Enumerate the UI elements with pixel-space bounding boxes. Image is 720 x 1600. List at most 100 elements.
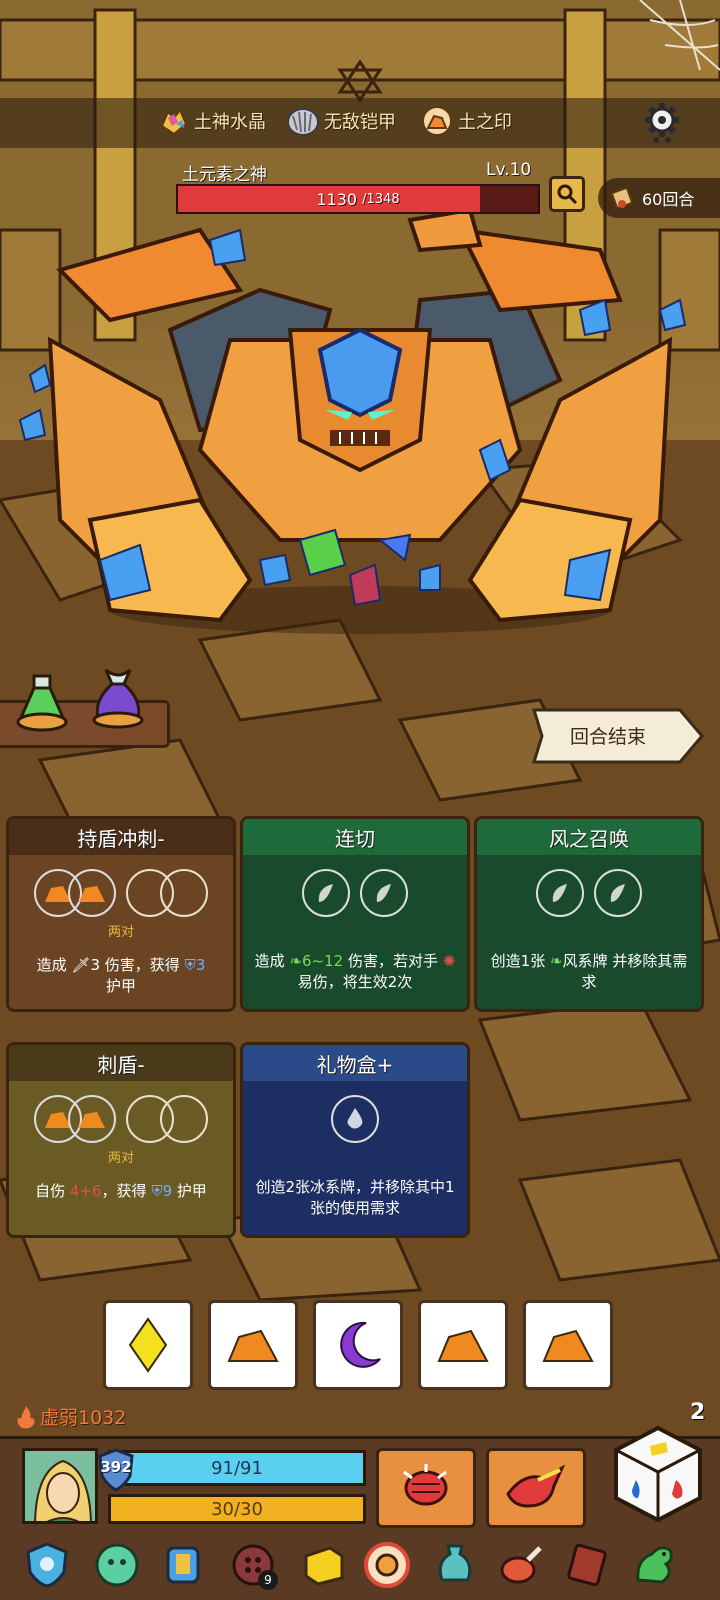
dice-slot: [302, 869, 350, 917]
settings-button[interactable]: [640, 100, 684, 144]
purple-potion[interactable]: [88, 666, 148, 736]
pair-requirement: 两对: [107, 1151, 134, 1166]
dice-slot-empty: [160, 1095, 208, 1143]
green-mask-icon: [95, 1543, 139, 1587]
resource-earth-seal[interactable]: 土之印: [420, 104, 512, 138]
player-avatar[interactable]: [22, 1448, 98, 1524]
relic-blue-crest[interactable]: [22, 1540, 72, 1590]
blue-crest-icon: [26, 1542, 68, 1588]
reroll-die-button[interactable]: [610, 1424, 706, 1524]
armor-icon: ⛨: [184, 956, 196, 974]
resource-earth-crystal[interactable]: 土神水晶: [156, 104, 266, 138]
relic-red-book[interactable]: [562, 1540, 612, 1590]
boss-hp-current: 1130: [316, 189, 358, 209]
die-diamond[interactable]: [103, 1300, 193, 1390]
card-dice-slots: [9, 869, 233, 917]
card-gift-box[interactable]: 礼物盒+ 创造2张冰系牌，并移除其中1张的使用需求: [240, 1042, 470, 1238]
relic-green-mask[interactable]: [92, 1540, 142, 1590]
card-double-slash[interactable]: 连切 造成 ❧6~12 伤害，若对手 ✺ 易伤，将生效2次: [240, 816, 470, 1012]
relic-meat[interactable]: [496, 1540, 546, 1590]
sword-icon: 🗡: [71, 956, 91, 974]
card-thorn-shield[interactable]: 刺盾- 两对 自伤 4+6，获得 ⛨9 护甲: [6, 1042, 236, 1238]
card-description: 造成 ❧6~12 伤害，若对手 ✺ 易伤，将生效2次: [251, 951, 459, 993]
die-moon[interactable]: [313, 1300, 403, 1390]
turn-count-text: 60回合: [642, 190, 695, 209]
resource-invincible-armor[interactable]: 无敌铠甲: [286, 104, 396, 138]
relic-green-dragon[interactable]: [630, 1540, 680, 1590]
desc-text: 护甲: [105, 977, 136, 995]
desc-text: 护甲: [172, 1182, 207, 1200]
card-body: 两对 自伤 4+6，获得 ⛨9 护甲: [9, 1081, 233, 1235]
card-description: 造成 🗡3 伤害，获得 ⛨3 护甲: [17, 955, 225, 997]
relic-count-badge: 9: [258, 1570, 278, 1590]
card-wind-summon[interactable]: 风之召唤 创造1张 ❧风系牌 并移除其需求: [474, 816, 704, 1012]
resource-label: 土之印: [458, 112, 512, 133]
dice-slot: [594, 869, 642, 917]
moon-icon: [340, 1321, 381, 1368]
die-earth[interactable]: [418, 1300, 508, 1390]
green-potion[interactable]: [12, 672, 72, 740]
damage-value: 3: [90, 956, 100, 974]
weak-status-text: 虚弱1032: [40, 1407, 127, 1429]
die-earth[interactable]: [523, 1300, 613, 1390]
fire-strike-icon: [506, 1464, 566, 1508]
weak-status[interactable]: 虚弱1032: [14, 1403, 126, 1430]
relic-button-coin[interactable]: 9: [228, 1540, 278, 1590]
skill-strike-button[interactable]: [486, 1448, 586, 1528]
skill-punch-button[interactable]: [376, 1448, 476, 1528]
desc-text: 创造1张: [490, 952, 550, 970]
player-hp-bar: 91/91: [108, 1450, 366, 1486]
armor-chest-icon: [166, 1546, 200, 1584]
card-dice-slots: [9, 1095, 233, 1143]
player-armor-badge: 392: [96, 1448, 136, 1492]
earth-icon: [437, 1329, 489, 1362]
card-title: 风之召唤: [477, 819, 701, 855]
earth-icon: [79, 886, 105, 902]
remaining-dice-count: 2: [690, 1400, 706, 1425]
diamond-icon: [128, 1317, 168, 1373]
relic-ring[interactable]: [362, 1540, 412, 1590]
desc-text: 风系牌 并移除其需求: [562, 952, 688, 991]
die-earth[interactable]: [208, 1300, 298, 1390]
end-turn-button[interactable]: 回合结束: [530, 706, 706, 766]
turn-counter: 60回合: [598, 178, 720, 218]
card-description: 创造2张冰系牌，并移除其中1张的使用需求: [251, 1177, 459, 1219]
desc-text: 伤害，若对手: [343, 952, 443, 970]
player-energy-bar: 30/30: [108, 1494, 366, 1524]
card-dice-slots: [243, 869, 467, 917]
wind-icon: [318, 884, 333, 902]
desc-text: 易伤，将生效2次: [297, 973, 413, 991]
resource-label: 无敌铠甲: [324, 112, 396, 133]
relic-armor[interactable]: [158, 1540, 208, 1590]
desc-text: 造成: [36, 956, 72, 974]
card-body: 创造2张冰系牌，并移除其中1张的使用需求: [243, 1081, 467, 1235]
hero-portrait: [25, 1451, 95, 1521]
desc-text: 造成: [254, 952, 290, 970]
meat-icon: [500, 1546, 542, 1584]
green-dragon-icon: [636, 1546, 673, 1584]
purple-potion-icon: [92, 668, 144, 729]
relic-vase[interactable]: [430, 1540, 480, 1590]
card-description: 创造1张 ❧风系牌 并移除其需求: [485, 951, 693, 993]
armor-value: 3: [195, 956, 206, 974]
desc-text: 创造2张冰系牌，并移除其中1张的使用需求: [255, 1178, 455, 1217]
vase-icon: [438, 1544, 472, 1582]
card-shield-dash[interactable]: 持盾冲刺- 两对 造成 🗡3 伤害，获得 ⛨3 护甲: [6, 816, 236, 1012]
inspect-boss-button[interactable]: [549, 176, 585, 212]
dice-slot: [360, 869, 408, 917]
earth-icon: [79, 1112, 105, 1128]
dice-pair-filled: [34, 869, 116, 917]
relic-yellow-box[interactable]: [298, 1540, 348, 1590]
card-dice-slots: [243, 1095, 467, 1143]
boss-hp-bar: 1130 /1348: [176, 184, 540, 214]
armor-icon: ⛨: [151, 1182, 163, 1200]
gear-icon: [645, 103, 679, 143]
magnifier-icon: [557, 184, 578, 205]
earth-crystal-icon: [156, 104, 190, 138]
dice-slot: [68, 1095, 116, 1143]
water-drop-icon: [347, 1108, 363, 1129]
end-turn-label: 回合结束: [570, 726, 647, 748]
card-title: 连切: [243, 819, 467, 855]
dice-pair-empty: [126, 1095, 208, 1143]
wind-icon: [376, 884, 391, 902]
